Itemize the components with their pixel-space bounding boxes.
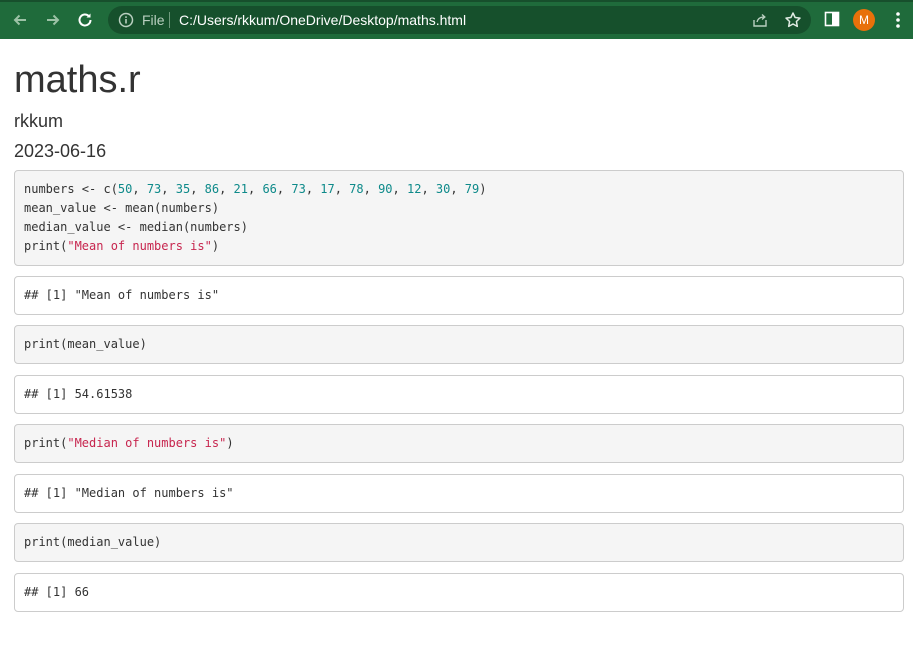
number-literal: 73 <box>291 182 306 196</box>
code-text: numbers <- c( <box>24 182 118 196</box>
browser-toolbar: File C:/Users/rkkum/OneDrive/Desktop/mat… <box>0 0 913 39</box>
address-bar[interactable]: File C:/Users/rkkum/OneDrive/Desktop/mat… <box>108 6 811 34</box>
number-literal: 78 <box>349 182 364 196</box>
code-text: print(mean_value) <box>24 337 147 351</box>
reload-button[interactable] <box>73 8 97 32</box>
number-literal: 12 <box>406 182 422 196</box>
tab-strip-edge <box>0 0 913 2</box>
output-text: ## [1] "Median of numbers is" <box>24 486 234 500</box>
code-text: ) <box>211 239 220 253</box>
code-text: median_value <- median(numbers) <box>24 220 248 234</box>
output-chunk-2: ## [1] 54.61538 <box>14 375 904 414</box>
output-text: ## [1] "Mean of numbers is" <box>24 288 220 302</box>
share-icon[interactable] <box>752 12 768 28</box>
info-icon[interactable] <box>118 12 134 28</box>
number-literal: 90 <box>378 182 393 196</box>
code-chunk-2: print(mean_value) <box>14 325 904 364</box>
number-literal: 17 <box>320 182 335 196</box>
code-chunk-3: print("Median of numbers is") <box>14 424 904 463</box>
url-text[interactable]: C:/Users/rkkum/OneDrive/Desktop/maths.ht… <box>179 12 466 28</box>
code-chunk-1: numbers <- c(50, 73, 35, 86, 21, 66, 73,… <box>14 170 904 266</box>
number-literal: 30 <box>435 182 451 196</box>
string-literal: "Mean of numbers is" <box>67 239 212 253</box>
back-button[interactable] <box>8 8 32 32</box>
number-literal: 73 <box>146 182 162 196</box>
arrow-right-icon <box>47 14 60 26</box>
code-text: ) <box>226 436 234 450</box>
number-literal: 35 <box>175 182 191 196</box>
scheme-label: File <box>142 12 165 28</box>
arrow-left-icon <box>13 14 26 26</box>
string-literal: "Median of numbers is" <box>67 436 227 450</box>
output-chunk-3: ## [1] "Median of numbers is" <box>14 474 904 513</box>
reload-icon <box>78 13 92 27</box>
profile-avatar[interactable]: M <box>853 9 875 31</box>
output-text: ## [1] 54.61538 <box>24 387 133 401</box>
output-text: ## [1] 66 <box>24 585 90 599</box>
code-text: ) <box>479 182 487 196</box>
number-literal: 50 <box>117 182 133 196</box>
omnibox-divider <box>169 12 170 28</box>
author: rkkum <box>14 111 63 131</box>
forward-button[interactable] <box>41 8 65 32</box>
number-literal: 21 <box>233 182 248 196</box>
date: 2023-06-16 <box>14 141 107 161</box>
output-chunk-1: ## [1] "Mean of numbers is" <box>14 276 904 315</box>
code-text: print( <box>24 239 68 253</box>
output-chunk-4: ## [1] 66 <box>14 573 904 612</box>
more-vert-icon[interactable] <box>889 10 907 30</box>
code-text: print(median_value) <box>24 535 162 549</box>
code-text: print( <box>24 436 68 450</box>
number-literal: 79 <box>464 182 480 196</box>
code-text: mean_value <- mean(numbers) <box>24 201 220 215</box>
number-literal: 66 <box>262 182 277 196</box>
code-chunk-4: print(median_value) <box>14 523 904 562</box>
page-title: maths.r <box>14 59 141 101</box>
number-literal: 86 <box>204 182 220 196</box>
bookmark-star-icon[interactable] <box>784 11 802 29</box>
document-page: maths.r rkkum 2023-06-16 numbers <- c(50… <box>14 39 904 612</box>
side-panel-icon[interactable] <box>824 11 840 27</box>
